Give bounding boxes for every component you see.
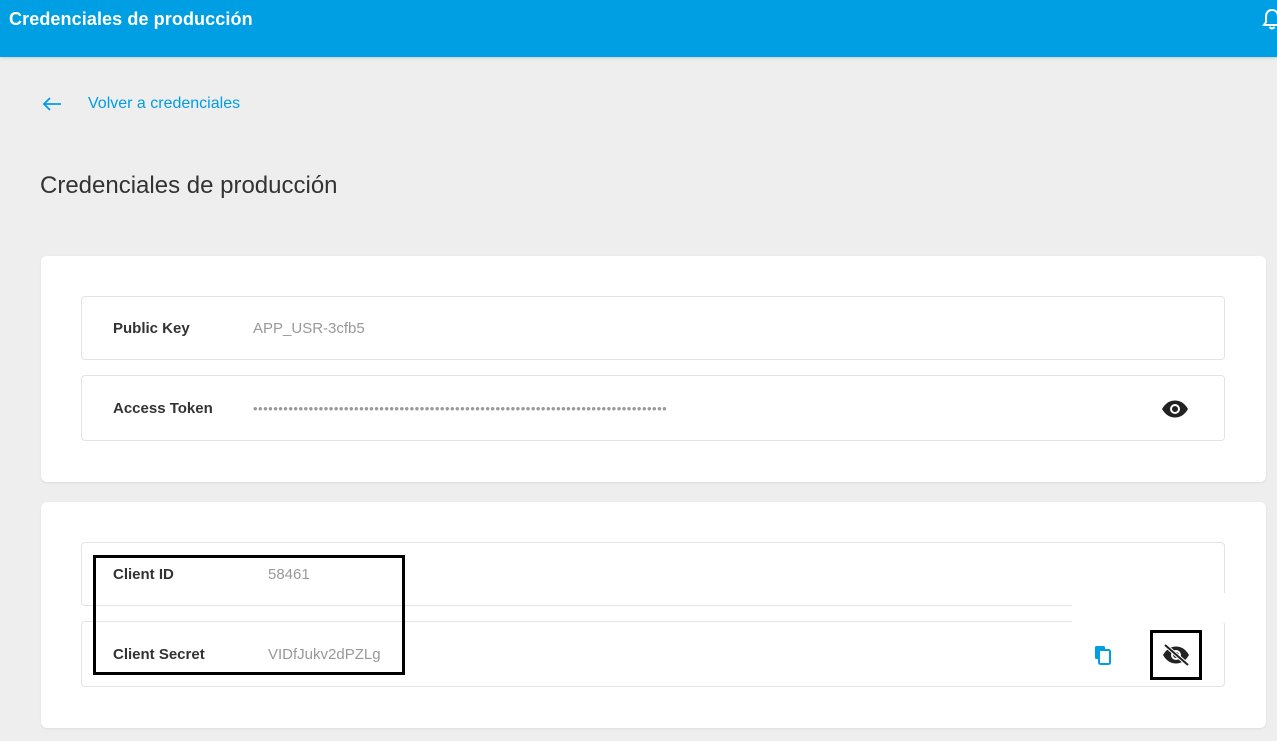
back-link-label: Volver a credenciales [88,95,241,112]
client-id-value[interactable]: 58461 [268,543,310,607]
overlay-patch [1072,593,1266,623]
arrow-left-icon [42,97,61,111]
copy-client-secret-button[interactable] [1094,645,1112,670]
access-token-value: ••••••••••••••••••••••••••••••••••••••••… [253,401,668,416]
client-secret-row: Client Secret VIDfJukv2dPZLg [81,621,1225,687]
back-to-credentials-link[interactable]: Volver a credenciales [42,92,240,116]
public-key-row: Public Key APP_USR-3cfb5 [81,296,1225,360]
page-title: Credenciales de producción [40,172,338,199]
access-token-label: Access Token [113,400,213,417]
hide-client-secret-button[interactable] [1150,630,1202,680]
client-id-label: Client ID [113,566,174,583]
client-secret-value[interactable]: VIDfJukv2dPZLg [268,622,381,688]
client-id-row: Client ID 58461 [81,542,1225,606]
eye-icon [1162,400,1188,418]
public-key-label: Public Key [113,320,190,337]
bell-icon[interactable] [1262,8,1277,30]
show-access-token-button[interactable] [1161,398,1189,420]
public-key-value[interactable]: APP_USR-3cfb5 [253,297,365,361]
top-bar: Credenciales de producción [0,0,1277,57]
production-credentials-card: Public Key APP_USR-3cfb5 Access Token ••… [41,256,1266,482]
copy-icon [1095,646,1111,665]
eye-off-icon [1163,643,1190,667]
client-secret-label: Client Secret [113,646,205,663]
header-title: Credenciales de producción [9,9,253,29]
access-token-row: Access Token •••••••••••••••••••••••••••… [81,375,1225,441]
